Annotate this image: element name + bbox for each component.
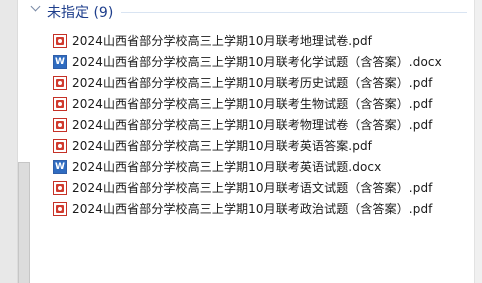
file-item[interactable]: 2024山西省部分学校高三上学期10月联考历史试题（含答案）.pdf	[53, 72, 442, 93]
scrollbar-thumb[interactable]	[18, 162, 30, 283]
file-name: 2024山西省部分学校高三上学期10月联考语文试题（含答案）.pdf	[72, 181, 433, 195]
file-item[interactable]: 2024山西省部分学校高三上学期10月联考语文试题（含答案）.pdf	[53, 177, 442, 198]
file-item[interactable]: 2024山西省部分学校高三上学期10月联考英语试题.docx	[53, 156, 442, 177]
file-name: 2024山西省部分学校高三上学期10月联考生物试题（含答案）.pdf	[72, 97, 433, 111]
vertical-scrollbar[interactable]	[474, 0, 482, 283]
docx-icon	[53, 159, 67, 174]
pdf-icon	[53, 33, 67, 48]
file-item[interactable]: 2024山西省部分学校高三上学期10月联考政治试题（含答案）.pdf	[53, 198, 442, 219]
pdf-icon	[53, 96, 67, 111]
pdf-icon	[53, 117, 67, 132]
file-name: 2024山西省部分学校高三上学期10月联考历史试题（含答案）.pdf	[72, 76, 433, 90]
file-item[interactable]: 2024山西省部分学校高三上学期10月联考生物试题（含答案）.pdf	[53, 93, 442, 114]
file-name: 2024山西省部分学校高三上学期10月联考政治试题（含答案）.pdf	[72, 202, 433, 216]
pdf-icon	[53, 138, 67, 153]
file-name: 2024山西省部分学校高三上学期10月联考化学试题（含答案）.docx	[72, 55, 442, 69]
file-name: 2024山西省部分学校高三上学期10月联考物理试卷（含答案）.pdf	[72, 118, 433, 132]
file-name: 2024山西省部分学校高三上学期10月联考英语答案.pdf	[72, 139, 372, 153]
navigation-pane-edge	[0, 0, 18, 283]
file-name: 2024山西省部分学校高三上学期10月联考地理试卷.pdf	[72, 34, 372, 48]
group-divider	[121, 11, 467, 13]
file-item[interactable]: 2024山西省部分学校高三上学期10月联考英语答案.pdf	[53, 135, 442, 156]
group-header[interactable]: 未指定 (9)	[37, 0, 467, 24]
chevron-down-icon[interactable]	[31, 0, 41, 24]
pdf-icon	[53, 201, 67, 216]
group-title: 未指定 (9)	[47, 5, 114, 21]
file-name: 2024山西省部分学校高三上学期10月联考英语试题.docx	[72, 160, 382, 174]
docx-icon	[53, 54, 67, 69]
file-list: 2024山西省部分学校高三上学期10月联考地理试卷.pdf 2024山西省部分学…	[53, 30, 442, 219]
file-item[interactable]: 2024山西省部分学校高三上学期10月联考物理试卷（含答案）.pdf	[53, 114, 442, 135]
file-item[interactable]: 2024山西省部分学校高三上学期10月联考化学试题（含答案）.docx	[53, 51, 442, 72]
pdf-icon	[53, 180, 67, 195]
pdf-icon	[53, 75, 67, 90]
file-item[interactable]: 2024山西省部分学校高三上学期10月联考地理试卷.pdf	[53, 30, 442, 51]
